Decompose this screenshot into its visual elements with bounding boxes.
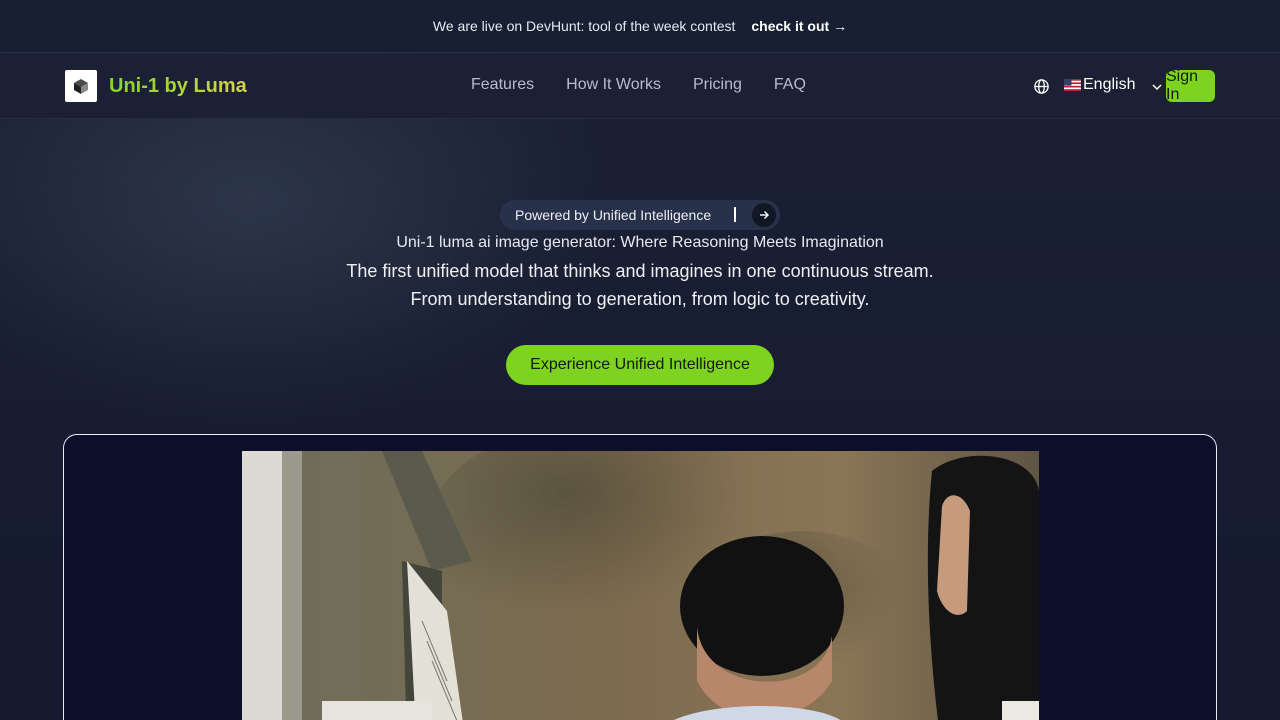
brand-home-link[interactable]: Uni-1 by Luma (65, 70, 247, 102)
nav-link-faq[interactable]: FAQ (774, 76, 806, 94)
language-label: English (1083, 76, 1136, 93)
sign-in-button[interactable]: Sign In (1166, 68, 1215, 103)
arrow-right-icon (760, 211, 769, 219)
nav-link-how-it-works[interactable]: How It Works (566, 76, 661, 94)
top-navigation: Uni-1 by Luma Features How It Works Pric… (0, 54, 1280, 119)
hero-description: The first unified model that thinks and … (346, 261, 934, 309)
pill-arrow-button[interactable] (752, 203, 776, 227)
brand-name: Uni-1 by Luma (109, 74, 247, 97)
pill-divider (734, 207, 736, 222)
pill-label: Powered by Unified Intelligence (515, 207, 712, 223)
globe-icon[interactable] (1033, 78, 1050, 95)
nav-link-pricing[interactable]: Pricing (693, 76, 742, 94)
announcement-bar: We are live on DevHunt: tool of the week… (0, 0, 1280, 53)
nav-menu: Features How It Works Pricing FAQ (471, 76, 838, 94)
experience-cta-button[interactable]: Experience Unified Intelligence (506, 345, 774, 385)
logo-icon (65, 70, 97, 102)
media-showcase-card (63, 434, 1217, 720)
announcement-message: We are live on DevHunt: tool of the week… (432, 18, 736, 34)
chevron-down-icon[interactable] (1151, 81, 1163, 93)
hero-subtitle: Uni-1 luma ai image generator: Where Rea… (396, 234, 884, 251)
showcase-photo (242, 451, 1039, 720)
check-it-out-link[interactable]: check it out → (751, 18, 847, 34)
nav-link-features[interactable]: Features (471, 76, 534, 94)
language-selector[interactable]: English (1064, 76, 1135, 94)
us-flag-icon (1064, 79, 1081, 91)
powered-by-pill[interactable]: Powered by Unified Intelligence (500, 200, 780, 230)
